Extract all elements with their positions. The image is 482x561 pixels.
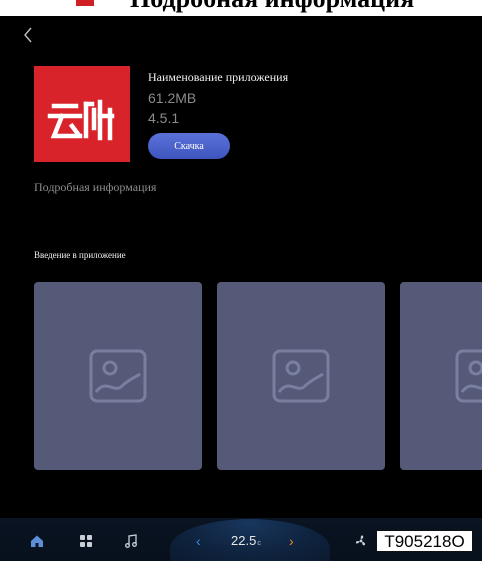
screenshot-carousel[interactable] (34, 282, 482, 470)
page-title: Подробная информация (130, 0, 414, 14)
screenshot-card[interactable] (217, 282, 385, 470)
apps-grid-icon (80, 535, 92, 547)
app-size: 61.2MB (148, 90, 197, 106)
app-details-page: Подробная информация Наименование прилож… (0, 0, 482, 561)
temperature-down-button[interactable]: ‹ (196, 533, 201, 549)
app-name: Наименование приложения (148, 70, 289, 84)
banner-accent-mark (76, 0, 94, 6)
home-icon (31, 535, 43, 547)
overlay-code-label: T905218O (376, 530, 473, 552)
dock-music-button[interactable] (122, 532, 140, 550)
chevron-left-icon: ‹ (196, 533, 201, 549)
temperature-value: 22.5 (231, 533, 257, 548)
app-logo-icon (47, 99, 115, 141)
temperature-unit: c (257, 540, 261, 547)
download-button[interactable]: Скачка (148, 133, 230, 159)
intro-section-title: Введение в приложение (34, 250, 126, 260)
music-icon (125, 534, 137, 548)
back-button[interactable] (18, 24, 38, 46)
fan-icon (355, 535, 366, 546)
dock-apps-button[interactable] (77, 532, 95, 550)
chevron-left-icon (24, 27, 32, 43)
screenshot-card[interactable] (34, 282, 202, 470)
image-placeholder-icon (272, 349, 330, 403)
details-link[interactable]: Подробная информация (34, 180, 156, 195)
screenshot-card[interactable] (400, 282, 482, 470)
temperature-readout: 22.5c (231, 533, 261, 548)
dock-home-button[interactable] (28, 532, 46, 550)
image-placeholder-icon (89, 349, 147, 403)
app-icon (34, 66, 130, 162)
fan-button[interactable] (352, 532, 370, 550)
chevron-right-icon: › (289, 533, 294, 549)
page-title-banner: Подробная информация (0, 0, 482, 16)
app-version: 4.5.1 (148, 110, 180, 126)
image-placeholder-icon (455, 349, 482, 403)
temperature-up-button[interactable]: › (289, 533, 294, 549)
